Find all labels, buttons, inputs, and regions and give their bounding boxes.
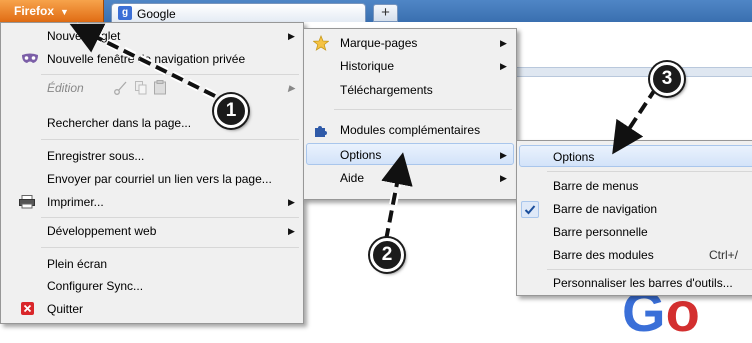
- step-badge-1: 1: [214, 94, 248, 128]
- annotation-arrow-3-dash: [612, 86, 658, 155]
- annotation-arrow-1-dash: [69, 23, 216, 98]
- tutorial-arrows-overlay: [69, 22, 660, 241]
- step-badge-3: 3: [650, 62, 684, 96]
- annotation-arrow-2-dash: [381, 152, 413, 241]
- step-badge-2: 2: [370, 238, 404, 272]
